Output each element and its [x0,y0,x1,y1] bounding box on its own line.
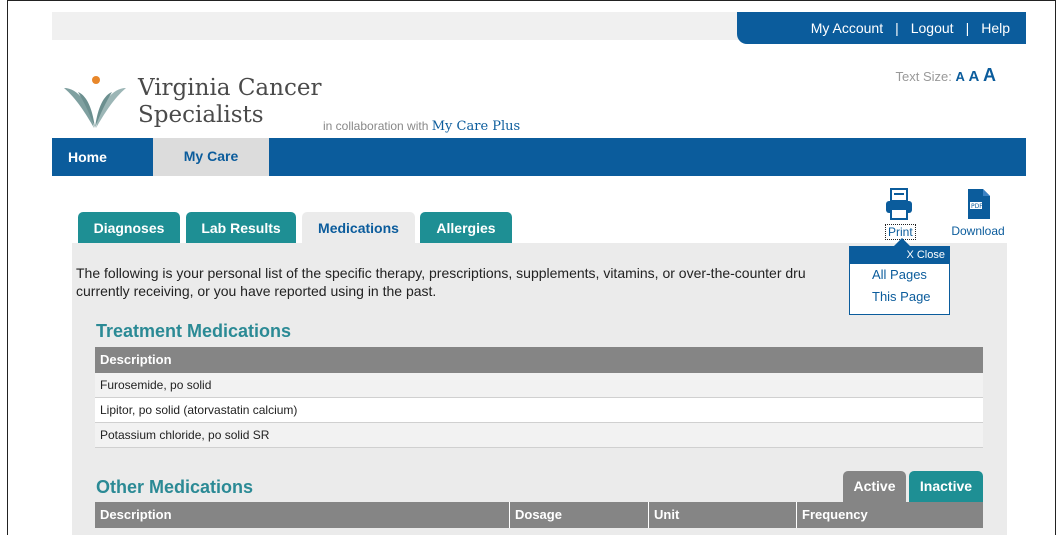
printer-icon [886,188,912,220]
vcs-logo-icon [64,76,126,128]
text-size-medium-button[interactable]: A [969,68,980,85]
text-size-control: Text Size: A A A [896,65,996,86]
pdf-download-icon: PDF [968,189,990,219]
tab-medications[interactable]: Medications [302,212,415,244]
print-this-page-option[interactable]: This Page [850,286,949,308]
print-button[interactable]: Print [878,188,920,240]
nav-home[interactable]: Home [68,149,107,165]
treatment-medications-title: Treatment Medications [96,321,292,341]
table-row: Furosemide, po solid [95,373,983,398]
table-header-description: Description [95,347,983,373]
svg-text:PDF: PDF [971,203,983,210]
intro-text: The following is your personal list of t… [76,264,836,300]
brand-name-line1: Virginia Cancer [138,75,322,101]
logout-link[interactable]: Logout [899,20,966,36]
nav-my-care[interactable]: My Care [153,138,269,176]
treatment-medications-table: Description Furosemide, po solid Lipitor… [95,347,983,448]
column-description: Description [100,507,172,522]
download-button[interactable]: PDF Download [950,188,1006,238]
account-bar: My Account | Logout | Help [737,12,1026,44]
column-frequency: Frequency [802,507,868,522]
popup-caret [894,238,910,246]
text-size-small-button[interactable]: A [956,69,965,84]
brand-name-line2: Specialists [138,102,264,128]
collab-partner: My Care Plus [431,119,521,134]
collab-prefix: in collaboration with [323,119,429,133]
table-row: Lipitor, po solid (atorvastatin calcium) [95,398,983,423]
tab-lab-results[interactable]: Lab Results [186,212,296,243]
text-size-label: Text Size: [895,69,952,84]
other-medications-table-header: Description Dosage Unit Frequency [95,502,983,528]
help-link[interactable]: Help [969,20,1022,36]
intro-text-line2: currently receiving, or you have reporte… [76,283,437,299]
my-account-link[interactable]: My Account [799,20,895,36]
print-all-pages-option[interactable]: All Pages [850,264,949,286]
popup-close-button[interactable]: X Close [850,247,949,264]
tab-active[interactable]: Active [843,471,906,502]
column-unit: Unit [654,507,680,522]
tab-diagnoses[interactable]: Diagnoses [78,212,180,243]
table-row: Potassium chloride, po solid SR [95,423,983,448]
main-nav: Home My Care [52,138,1026,176]
intro-text-line1: The following is your personal list of t… [76,265,806,281]
text-size-large-button[interactable]: A [983,65,996,85]
print-options-popup: X Close All Pages This Page [849,246,950,315]
tab-allergies[interactable]: Allergies [420,212,512,243]
column-dosage: Dosage [515,507,562,522]
tab-inactive[interactable]: Inactive [909,471,983,502]
collaboration-note: in collaboration with My Care Plus [323,119,520,134]
page: My Account | Logout | Help Virginia Canc… [52,12,1026,535]
download-label: Download [951,224,1005,238]
other-medications-title: Other Medications [96,477,254,497]
